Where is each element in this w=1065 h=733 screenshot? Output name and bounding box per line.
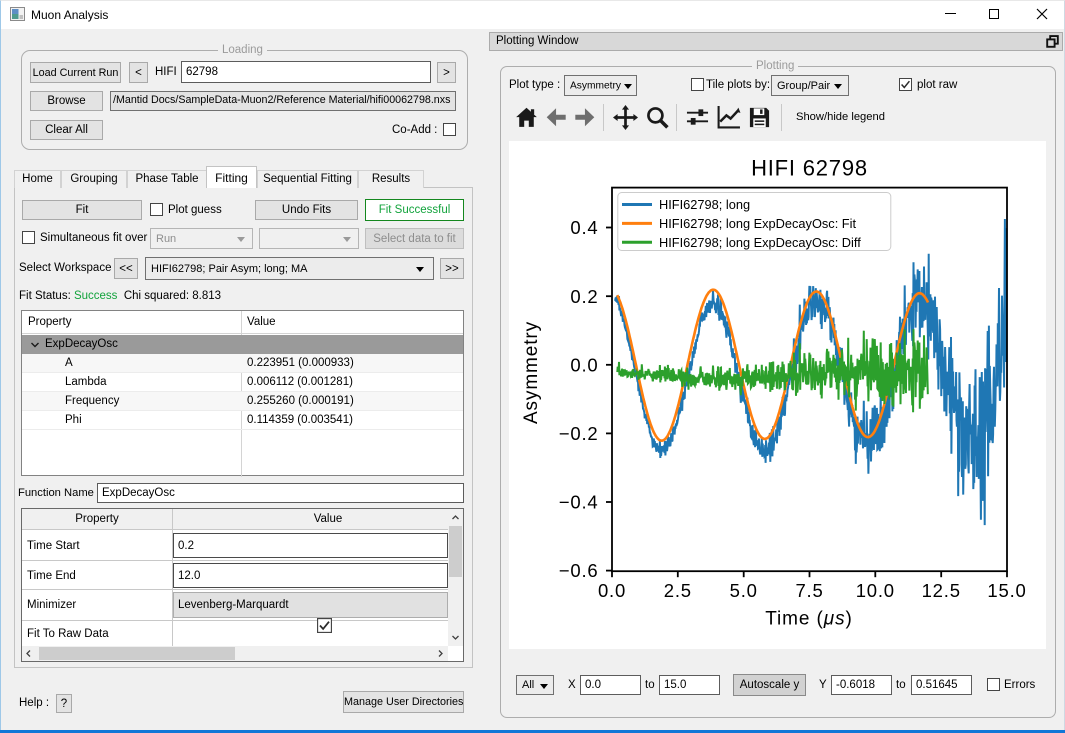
svg-text:0.2: 0.2: [570, 286, 598, 307]
svg-text:15.0: 15.0: [987, 580, 1026, 601]
svg-text:10.0: 10.0: [856, 580, 895, 601]
svg-text:−0.2: −0.2: [559, 423, 599, 444]
svg-text:−0.6: −0.6: [559, 560, 599, 581]
svg-text:HIFI62798; long ExpDecayOsc: F: HIFI62798; long ExpDecayOsc: Fit: [659, 216, 856, 231]
svg-text:0.0: 0.0: [598, 580, 626, 601]
svg-text:5.0: 5.0: [730, 580, 758, 601]
svg-text:7.5: 7.5: [795, 580, 823, 601]
svg-text:HIFI62798; long ExpDecayOsc: D: HIFI62798; long ExpDecayOsc: Diff: [659, 235, 861, 250]
svg-text:−0.4: −0.4: [559, 492, 599, 513]
svg-text:0.4: 0.4: [570, 217, 598, 238]
svg-text:12.5: 12.5: [922, 580, 961, 601]
svg-text:Time (μs): Time (μs): [765, 609, 852, 630]
svg-text:0.0: 0.0: [570, 354, 598, 375]
svg-text:HIFI 62798: HIFI 62798: [751, 156, 868, 181]
svg-text:HIFI62798; long: HIFI62798; long: [659, 197, 750, 212]
svg-text:2.5: 2.5: [664, 580, 692, 601]
svg-text:Asymmetry: Asymmetry: [521, 321, 542, 424]
